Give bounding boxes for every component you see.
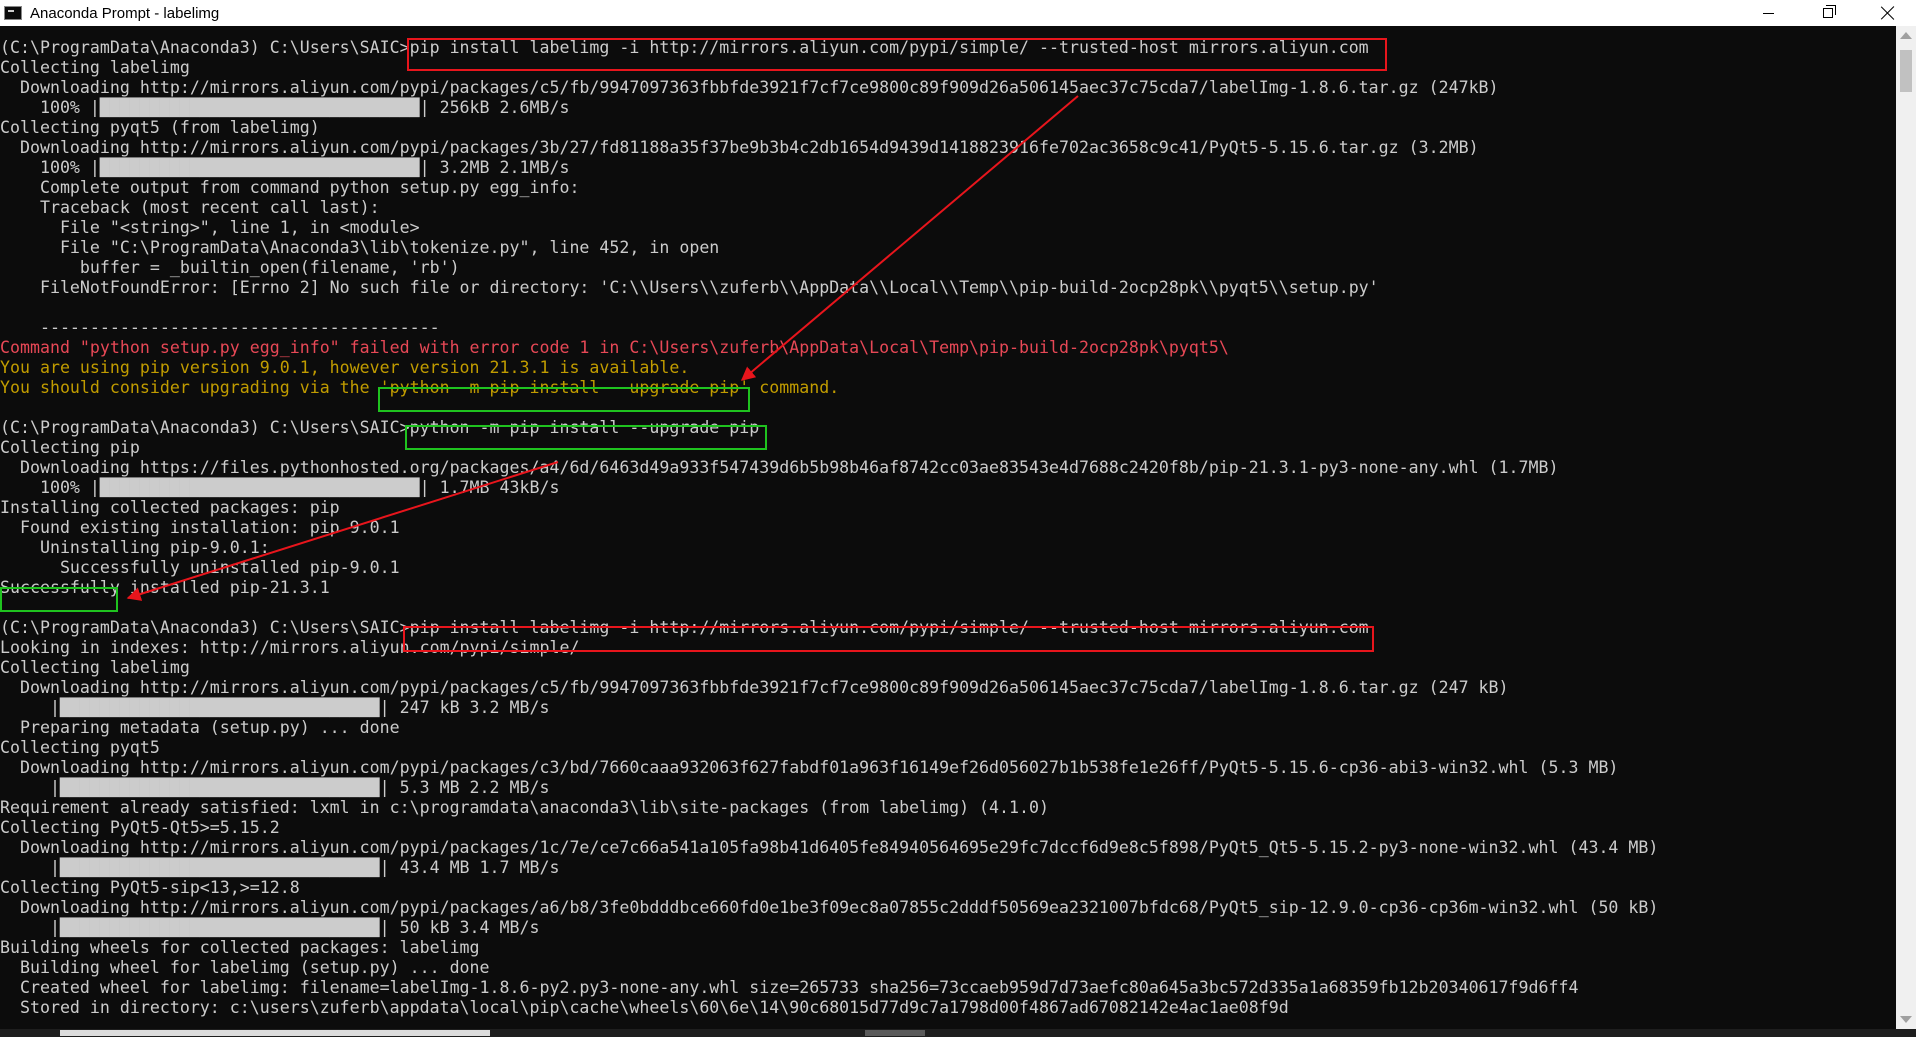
scroll-thumb[interactable] xyxy=(1900,50,1912,92)
output-line: Stored in directory: c:\users\zuferb\app… xyxy=(0,998,1289,1017)
scroll-up-icon[interactable] xyxy=(1900,32,1912,39)
scroll-down-icon[interactable] xyxy=(1900,1016,1912,1023)
output-line: Looking in indexes: http://mirrors.aliyu… xyxy=(0,638,580,657)
maximize-button[interactable] xyxy=(1800,0,1856,26)
vertical-scrollbar[interactable] xyxy=(1896,26,1916,1029)
minimize-button[interactable] xyxy=(1740,0,1796,26)
command-line: (C:\ProgramData\Anaconda3) C:\Users\SAIC… xyxy=(0,418,760,437)
output-line: Downloading http://mirrors.aliyun.com/py… xyxy=(0,138,1479,157)
output-line: Found existing installation: pip 9.0.1 xyxy=(0,518,400,537)
warning-line: You are using pip version 9.0.1, however… xyxy=(0,358,690,377)
minimize-icon xyxy=(1762,12,1774,14)
output-line: Collecting pyqt5 (from labelimg) xyxy=(0,118,320,137)
console-icon xyxy=(4,6,22,20)
command-line: (C:\ProgramData\Anaconda3) C:\Users\SAIC… xyxy=(0,38,1369,57)
output-line: |████████████████████████████████| 50 kB… xyxy=(0,918,540,937)
output-line: Collecting labelimg xyxy=(0,58,190,77)
output-line: File "<string>", line 1, in <module> xyxy=(0,218,420,237)
output-line: 100% |████████████████████████████████| … xyxy=(0,478,560,497)
output-line: Traceback (most recent call last): xyxy=(0,198,380,217)
console-output[interactable]: (C:\ProgramData\Anaconda3) C:\Users\SAIC… xyxy=(0,26,1896,1029)
output-line: buffer = _builtin_open(filename, 'rb') xyxy=(0,258,460,277)
output-line: Successfully installed pip-21.3.1 xyxy=(0,578,330,597)
restore-icon xyxy=(1823,5,1836,18)
output-line: |████████████████████████████████| 247 k… xyxy=(0,698,550,717)
window-title: Anaconda Prompt - labelimg xyxy=(30,4,220,22)
output-line: Collecting PyQt5-Qt5>=5.15.2 xyxy=(0,818,280,837)
output-line: Downloading http://mirrors.aliyun.com/py… xyxy=(0,678,1509,697)
close-icon xyxy=(1881,6,1895,20)
output-line: Collecting labelimg xyxy=(0,658,190,677)
hscroll-segment xyxy=(865,1030,925,1036)
command-line: (C:\ProgramData\Anaconda3) C:\Users\SAIC… xyxy=(0,618,1369,637)
output-line: Downloading https://files.pythonhosted.o… xyxy=(0,458,1559,477)
output-line: Created wheel for labelimg: filename=lab… xyxy=(0,978,1579,997)
hscroll-thumb[interactable] xyxy=(60,1030,490,1036)
title-bar: Anaconda Prompt - labelimg xyxy=(0,0,1916,26)
output-line: Downloading http://mirrors.aliyun.com/py… xyxy=(0,898,1659,917)
output-line: Uninstalling pip-9.0.1: xyxy=(0,538,270,557)
horizontal-scrollbar[interactable] xyxy=(0,1029,1916,1037)
output-line: ---------------------------------------- xyxy=(0,318,440,337)
output-line: Complete output from command python setu… xyxy=(0,178,580,197)
output-line: Successfully uninstalled pip-9.0.1 xyxy=(0,558,400,577)
output-line: Downloading http://mirrors.aliyun.com/py… xyxy=(0,838,1659,857)
error-line: Command "python setup.py egg_info" faile… xyxy=(0,338,1229,357)
output-line: File "C:\ProgramData\Anaconda3\lib\token… xyxy=(0,238,720,257)
output-line: Installing collected packages: pip xyxy=(0,498,340,517)
output-line: Building wheel for labelimg (setup.py) .… xyxy=(0,958,490,977)
output-line: |████████████████████████████████| 5.3 M… xyxy=(0,778,550,797)
output-line: |████████████████████████████████| 43.4 … xyxy=(0,858,560,877)
warning-line: You should consider upgrading via the 'p… xyxy=(0,378,840,397)
output-line: Downloading http://mirrors.aliyun.com/py… xyxy=(0,78,1499,97)
output-line: Collecting pyqt5 xyxy=(0,738,160,757)
output-line: 100% |████████████████████████████████| … xyxy=(0,158,570,177)
output-line: Downloading http://mirrors.aliyun.com/py… xyxy=(0,758,1619,777)
output-line: Collecting PyQt5-sip<13,>=12.8 xyxy=(0,878,300,897)
output-line: 100% |████████████████████████████████| … xyxy=(0,98,570,117)
output-line: Collecting pip xyxy=(0,438,140,457)
output-line: Requirement already satisfied: lxml in c… xyxy=(0,798,1049,817)
close-button[interactable] xyxy=(1860,0,1916,26)
output-line: FileNotFoundError: [Errno 2] No such fil… xyxy=(0,278,1379,297)
output-line: Preparing metadata (setup.py) ... done xyxy=(0,718,400,737)
output-line: Building wheels for collected packages: … xyxy=(0,938,480,957)
